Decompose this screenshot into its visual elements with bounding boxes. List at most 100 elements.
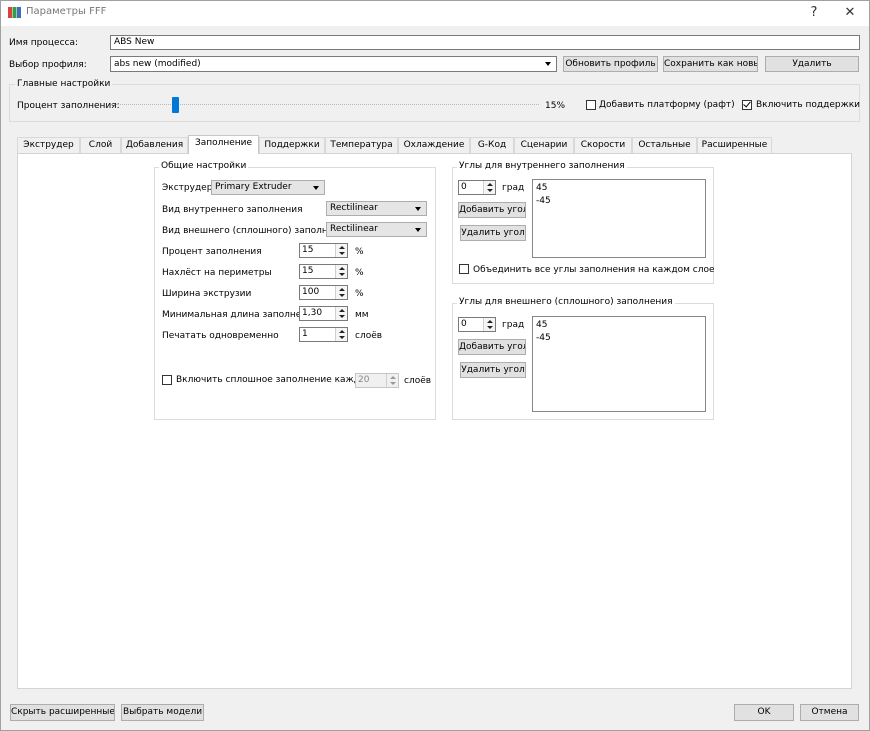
raft-checkbox[interactable] [586,100,596,110]
interior-infill-select[interactable]: Rectilinear [326,201,427,216]
chevron-down-icon [545,62,551,66]
list-item[interactable]: -45 [536,332,702,345]
tab-extruder[interactable]: Экструдер [17,137,80,153]
tab-layer[interactable]: Слой [80,137,121,153]
spin-buttons[interactable] [335,328,347,341]
interior-remove-angle-button[interactable]: Удалить угол [460,225,526,241]
exterior-angle-value: 0 [461,319,467,329]
spin-buttons[interactable] [335,244,347,257]
infill-percent-label: Процент заполнения [162,247,262,257]
tab-supports[interactable]: Поддержки [259,137,325,153]
min-infill-length-label: Минимальная длина заполнения [162,310,319,320]
tab-cooling[interactable]: Охлаждение [398,137,470,153]
hide-advanced-button[interactable]: Скрыть расширенные [10,704,115,721]
close-button[interactable]: ✕ [836,3,864,23]
extruder-select[interactable]: Primary Extruder [211,180,325,195]
exterior-angle-unit: град [502,320,525,330]
interior-angles-list[interactable]: 45 -45 [532,179,706,258]
tab-speeds[interactable]: Скорости [574,137,632,153]
solid-every-unit: слоёв [404,376,432,386]
spin-buttons[interactable] [335,286,347,299]
title-bar: Параметры FFF ? ✕ [0,0,870,26]
min-infill-length-unit: мм [355,310,369,320]
general-settings-title: Общие настройки [159,161,249,171]
spin-up-icon [487,320,493,323]
spin-up-icon [339,246,345,249]
spin-down-icon [339,336,345,339]
spin-down-icon [339,315,345,318]
spin-down-icon [339,252,345,255]
process-name-input[interactable]: ABS New [110,35,860,50]
select-models-button[interactable]: Выбрать модели [121,704,204,721]
combine-layers-spinbox[interactable]: 1 [299,327,348,342]
update-profile-button[interactable]: Обновить профиль [563,56,658,72]
solid-every-value: 20 [358,375,370,385]
profile-select[interactable]: abs new (modified) [110,56,557,72]
infill-percent-spinbox[interactable]: 15 [299,243,348,258]
exterior-add-angle-button[interactable]: Добавить угол [458,339,526,355]
interior-angle-unit: град [502,183,525,193]
list-item[interactable]: 45 [536,319,702,332]
overlap-spinbox[interactable]: 15 [299,264,348,279]
tab-infill[interactable]: Заполнение [188,135,259,154]
interior-add-angle-button[interactable]: Добавить угол [458,202,526,218]
interior-angle-value: 0 [461,182,467,192]
infill-slider-handle[interactable] [172,97,180,113]
spin-buttons[interactable] [483,318,495,331]
infill-slider-label: Процент заполнения: [17,101,120,111]
main-settings-title: Главные настройки [15,79,113,89]
extruder-select-value: Primary Extruder [215,182,292,192]
spin-buttons[interactable] [335,307,347,320]
save-as-new-button[interactable]: Сохранить как новый [663,56,758,72]
tab-additions[interactable]: Добавления [121,137,188,153]
solid-every-label: Включить сплошное заполнение каждые [176,375,373,385]
tab-scripts[interactable]: Сценарии [514,137,574,153]
list-item[interactable]: 45 [536,182,702,195]
supports-label: Включить поддержки [756,100,860,110]
profile-select-value: abs new (modified) [114,59,201,69]
min-infill-length-spinbox[interactable]: 1,30 [299,306,348,321]
interior-infill-label: Вид внутреннего заполнения [162,205,303,215]
combine-layers-label: Печатать одновременно [162,331,279,341]
exterior-angles-list[interactable]: 45 -45 [532,316,706,412]
exterior-infill-select[interactable]: Rectilinear [326,222,427,237]
ok-button[interactable]: OK [734,704,794,721]
extruder-label: Экструдер [162,183,213,193]
list-item[interactable]: -45 [536,195,702,208]
tab-temperature[interactable]: Температура [325,137,398,153]
chevron-down-icon [313,186,319,190]
extrusion-width-value: 100 [302,287,320,297]
exterior-remove-angle-button[interactable]: Удалить угол [460,362,526,378]
spin-buttons[interactable] [483,181,495,194]
solid-every-spinbox[interactable]: 20 [355,373,399,388]
spin-down-icon [487,326,493,329]
tab-advanced[interactable]: Расширенные [697,137,772,153]
combine-angles-checkbox[interactable] [459,264,469,274]
exterior-angle-spinbox[interactable]: 0 [458,317,496,332]
spin-down-icon [487,189,493,192]
solid-every-checkbox[interactable] [162,375,172,385]
extrusion-width-unit: % [355,289,364,299]
extrusion-width-spinbox[interactable]: 100 [299,285,348,300]
help-button[interactable]: ? [800,3,828,23]
interior-angle-spinbox[interactable]: 0 [458,180,496,195]
combine-layers-unit: слоёв [355,331,383,341]
raft-label: Добавить платформу (рафт) [599,100,735,110]
spin-up-icon [339,309,345,312]
tab-gcode[interactable]: G-Код [470,137,514,153]
cancel-button[interactable]: Отмена [800,704,859,721]
profile-label: Выбор профиля: [9,60,87,70]
overlap-unit: % [355,268,364,278]
spin-buttons[interactable] [386,374,398,387]
process-name-label: Имя процесса: [9,38,79,48]
supports-checkbox[interactable] [742,100,752,110]
chevron-down-icon [415,228,421,232]
spin-buttons[interactable] [335,265,347,278]
delete-profile-button[interactable]: Удалить [765,56,859,72]
window-title: Параметры FFF [26,6,107,17]
overlap-label: Нахлёст на периметры [162,268,272,278]
app-icon [8,7,21,18]
spin-down-icon [339,294,345,297]
combine-layers-value: 1 [302,329,308,339]
tab-other[interactable]: Остальные [632,137,697,153]
